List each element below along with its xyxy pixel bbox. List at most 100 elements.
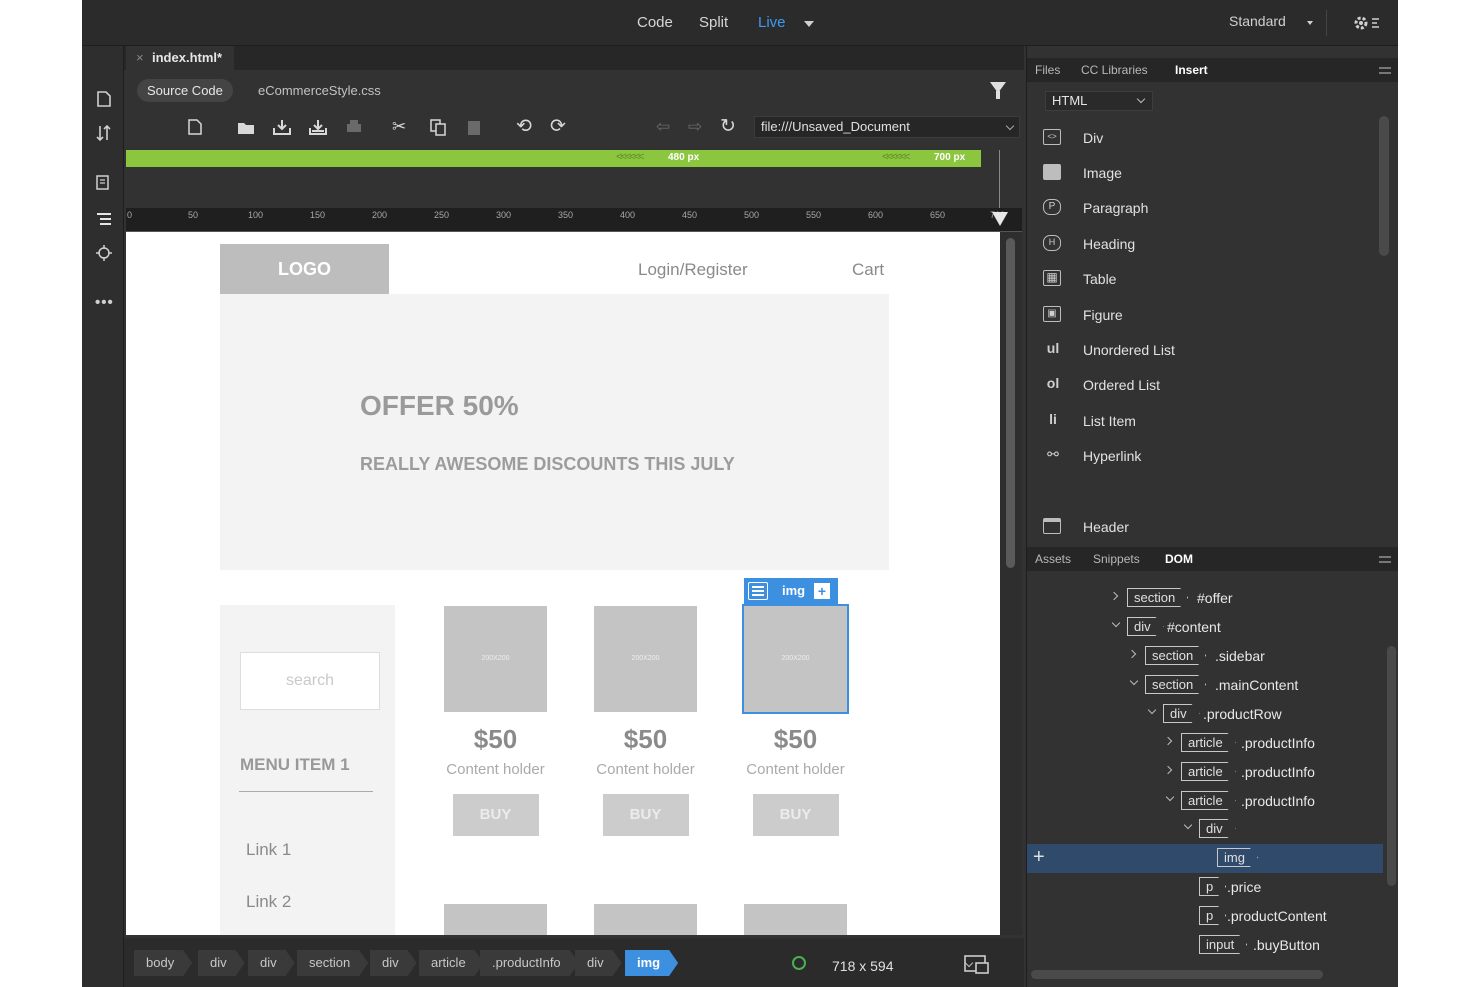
dom-node[interactable]: div #content xyxy=(1027,613,1383,642)
scrollbar-thumb[interactable] xyxy=(1006,238,1015,568)
sidebar-link-2[interactable]: Link 2 xyxy=(246,892,291,912)
add-class-button[interactable]: + xyxy=(814,583,830,599)
new-document-icon[interactable] xyxy=(186,118,204,136)
insert-item-hyperlink[interactable]: ⚯ Hyperlink xyxy=(1027,442,1377,472)
dom-node[interactable]: div .productRow xyxy=(1027,700,1383,729)
breadcrumb-item[interactable]: div xyxy=(370,950,417,976)
insert-item-image[interactable]: Image xyxy=(1027,159,1377,189)
refresh-icon[interactable]: ↻ xyxy=(720,117,736,136)
chevron-down-icon[interactable] xyxy=(1005,121,1015,131)
tab-index-html[interactable]: × index.html* xyxy=(126,46,235,70)
breadcrumb-item[interactable]: body xyxy=(134,950,192,976)
product-image[interactable]: 200X200 xyxy=(594,606,697,712)
cut-icon[interactable]: ✂ xyxy=(392,118,406,136)
dom-node[interactable]: p .price xyxy=(1027,873,1383,902)
breadcrumb-item[interactable]: .productInfo xyxy=(480,950,579,976)
tab-cc-libraries[interactable]: CC Libraries xyxy=(1081,63,1148,77)
tab-insert[interactable]: Insert xyxy=(1175,63,1208,77)
dom-horizontal-scrollbar[interactable] xyxy=(1031,970,1323,979)
insert-item-table[interactable]: ▦ Table xyxy=(1027,265,1377,295)
forward-icon[interactable]: ⇨ xyxy=(688,118,702,136)
live-dropdown-icon[interactable] xyxy=(804,21,814,27)
open-icon[interactable] xyxy=(236,118,256,136)
sidebar-link-1[interactable]: Link 1 xyxy=(246,840,291,860)
source-code-button[interactable]: Source Code xyxy=(137,79,233,102)
insert-item-header[interactable]: Header xyxy=(1027,513,1377,543)
workspace-dropdown-icon[interactable] xyxy=(1307,21,1313,25)
target-icon[interactable] xyxy=(95,244,113,262)
print-icon[interactable] xyxy=(344,118,364,136)
breadcrumb-item-selected[interactable]: img xyxy=(625,950,678,976)
product-image[interactable] xyxy=(744,904,847,935)
mq-label-480[interactable]: 480 px xyxy=(668,152,699,163)
media-query-bar[interactable]: <<<<<< 480 px <<<<<< 700 px xyxy=(126,150,981,167)
tab-snippets[interactable]: Snippets xyxy=(1093,552,1140,566)
live-mode-button[interactable]: Live xyxy=(758,14,786,31)
product-image[interactable]: 200X200 xyxy=(444,606,547,712)
canvas-scrollbar[interactable] xyxy=(1000,232,1022,935)
sidebar[interactable]: search MENU ITEM 1 Link 1 Link 2 xyxy=(220,605,395,935)
element-hud[interactable]: img + xyxy=(744,578,838,604)
mq-label-700[interactable]: 700 px xyxy=(934,152,965,163)
related-file-css[interactable]: eCommerceStyle.css xyxy=(258,83,381,98)
search-input[interactable]: search xyxy=(240,652,380,710)
close-icon[interactable]: × xyxy=(136,46,144,70)
dom-node[interactable]: article .productInfo xyxy=(1027,758,1383,787)
dom-node[interactable]: section #offer xyxy=(1027,584,1383,613)
dom-node[interactable]: div xyxy=(1027,815,1383,844)
panel-menu-icon[interactable] xyxy=(1379,67,1391,74)
viewport-width-handle[interactable] xyxy=(992,212,1008,226)
window-size[interactable]: 718 x 594 xyxy=(832,958,894,974)
insert-item-list-item[interactable]: li List Item xyxy=(1027,407,1377,437)
dom-node-selected[interactable]: + img xyxy=(1027,844,1383,873)
buy-button[interactable]: BUY xyxy=(752,794,839,836)
dom-node[interactable]: p .productContent xyxy=(1027,902,1383,931)
redo-icon[interactable]: ⟳ xyxy=(550,117,566,136)
paste-icon[interactable] xyxy=(464,118,484,136)
dom-node[interactable]: article .productInfo xyxy=(1027,787,1383,816)
inspect-icon[interactable] xyxy=(95,174,113,192)
breadcrumb-item[interactable]: div xyxy=(248,950,295,976)
product-card[interactable]: 200X200 $50 Content holder BUY xyxy=(742,604,849,836)
dom-node[interactable]: section .sidebar xyxy=(1027,642,1383,671)
tab-dom[interactable]: DOM xyxy=(1165,552,1193,566)
dom-scrollbar[interactable] xyxy=(1387,646,1396,886)
code-mode-button[interactable]: Code xyxy=(637,14,673,31)
dom-node[interactable]: article .productInfo xyxy=(1027,729,1383,758)
copy-icon[interactable] xyxy=(428,118,448,136)
file-icon[interactable] xyxy=(95,90,113,108)
logo[interactable]: LOGO xyxy=(220,244,389,294)
breadcrumb-item[interactable]: div xyxy=(198,950,245,976)
product-card[interactable]: 200X200 $50 Content holder BUY xyxy=(444,606,547,836)
save-icon[interactable] xyxy=(272,118,292,136)
insert-item-ordered-list[interactable]: ol Ordered List xyxy=(1027,371,1377,401)
insert-item-figure[interactable]: ▣ Figure xyxy=(1027,301,1377,331)
undo-icon[interactable]: ⟲ xyxy=(516,117,532,136)
dom-node[interactable]: section .mainContent xyxy=(1027,671,1383,700)
insert-item-paragraph[interactable]: P Paragraph xyxy=(1027,194,1377,224)
breadcrumb-item[interactable]: div xyxy=(575,950,622,976)
tab-files[interactable]: Files xyxy=(1035,63,1060,77)
hamburger-icon[interactable] xyxy=(748,582,768,600)
filter-icon[interactable] xyxy=(990,82,1006,99)
offer-section[interactable]: OFFER 50% REALLY AWESOME DISCOUNTS THIS … xyxy=(220,294,889,570)
breadcrumb-item[interactable]: article xyxy=(419,950,484,976)
product-card[interactable]: 200X200 $50 Content holder BUY xyxy=(594,606,697,836)
buy-button[interactable]: BUY xyxy=(602,794,689,836)
insert-scrollbar[interactable] xyxy=(1379,116,1389,256)
split-mode-button[interactable]: Split xyxy=(699,14,728,31)
insert-item-div[interactable]: <> Div xyxy=(1027,124,1377,154)
save-all-icon[interactable] xyxy=(308,118,328,136)
product-image[interactable] xyxy=(594,904,697,935)
gear-sync-icon[interactable] xyxy=(1352,13,1382,33)
product-image-selected[interactable]: 200X200 xyxy=(742,604,849,714)
more-icon[interactable]: ••• xyxy=(95,294,114,311)
preview-in-browser-icon[interactable] xyxy=(964,954,990,974)
chevron-down-icon[interactable] xyxy=(1136,94,1146,104)
file-transfer-icon[interactable] xyxy=(95,124,113,142)
add-element-icon[interactable]: + xyxy=(1033,846,1045,869)
product-image[interactable] xyxy=(444,904,547,935)
panel-menu-icon[interactable] xyxy=(1379,556,1391,563)
dom-node[interactable]: input .buyButton xyxy=(1027,931,1383,960)
tab-assets[interactable]: Assets xyxy=(1035,552,1071,566)
